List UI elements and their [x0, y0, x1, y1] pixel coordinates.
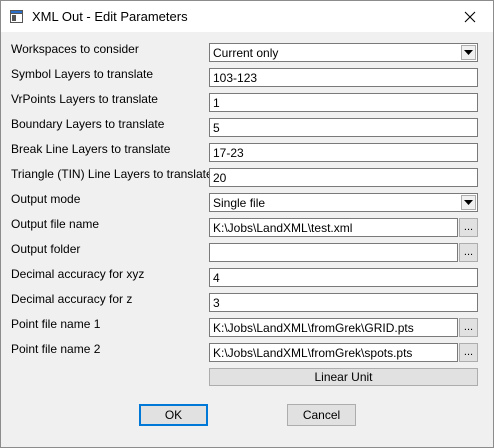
vrpoints-layers-input[interactable]: 1	[209, 93, 478, 112]
chevron-down-icon	[464, 199, 473, 205]
output-file-browse-button[interactable]: ...	[459, 218, 478, 237]
output-mode-value: Single file	[213, 196, 266, 210]
ok-button[interactable]: OK	[139, 404, 208, 426]
vrpoints-layers-label: VrPoints Layers to translate	[11, 92, 158, 106]
dialog-window: XML Out - Edit Parameters Workspaces to …	[0, 0, 494, 448]
decimal-z-label: Decimal accuracy for z	[11, 292, 133, 306]
output-mode-select[interactable]: Single file	[209, 193, 478, 212]
output-mode-label: Output mode	[11, 192, 81, 206]
boundary-layers-input[interactable]: 5	[209, 118, 478, 137]
triangle-layers-input[interactable]: 20	[209, 168, 478, 187]
window-icon	[10, 10, 23, 23]
cancel-button[interactable]: Cancel	[287, 404, 356, 426]
point-file-2-browse-button[interactable]: ...	[459, 343, 478, 362]
title-bar: XML Out - Edit Parameters	[1, 1, 493, 32]
workspaces-dropdown-button[interactable]	[461, 45, 476, 60]
decimal-xyz-input[interactable]: 4	[209, 268, 478, 287]
point-file-2-label: Point file name 2	[11, 342, 101, 356]
point-file-1-input[interactable]: K:\Jobs\LandXML\fromGrek\GRID.pts	[209, 318, 458, 337]
workspaces-select[interactable]: Current only	[209, 43, 478, 62]
point-file-2-input[interactable]: K:\Jobs\LandXML\fromGrek\spots.pts	[209, 343, 458, 362]
decimal-z-input[interactable]: 3	[209, 293, 478, 312]
chevron-down-icon	[464, 49, 473, 55]
output-mode-dropdown-button[interactable]	[461, 195, 476, 210]
close-icon	[464, 11, 476, 22]
decimal-xyz-label: Decimal accuracy for xyz	[11, 267, 145, 281]
linear-unit-button[interactable]: Linear Unit	[209, 368, 478, 386]
output-file-name-label: Output file name	[11, 217, 100, 231]
output-file-name-input[interactable]: K:\Jobs\LandXML\test.xml	[209, 218, 458, 237]
point-file-1-label: Point file name 1	[11, 317, 101, 331]
point-file-1-browse-button[interactable]: ...	[459, 318, 478, 337]
output-folder-input[interactable]	[209, 243, 458, 262]
symbol-layers-label: Symbol Layers to translate	[11, 67, 154, 81]
breakline-layers-input[interactable]: 17-23	[209, 143, 478, 162]
window-title: XML Out - Edit Parameters	[32, 9, 188, 24]
workspaces-value: Current only	[213, 46, 279, 60]
output-folder-browse-button[interactable]: ...	[459, 243, 478, 262]
breakline-layers-label: Break Line Layers to translate	[11, 142, 171, 156]
workspaces-label: Workspaces to consider	[11, 42, 139, 56]
triangle-layers-label: Triangle (TIN) Line Layers to translate	[11, 167, 213, 181]
boundary-layers-label: Boundary Layers to translate	[11, 117, 165, 131]
output-folder-label: Output folder	[11, 242, 81, 256]
close-button[interactable]	[447, 1, 493, 32]
symbol-layers-input[interactable]: 103-123	[209, 68, 478, 87]
